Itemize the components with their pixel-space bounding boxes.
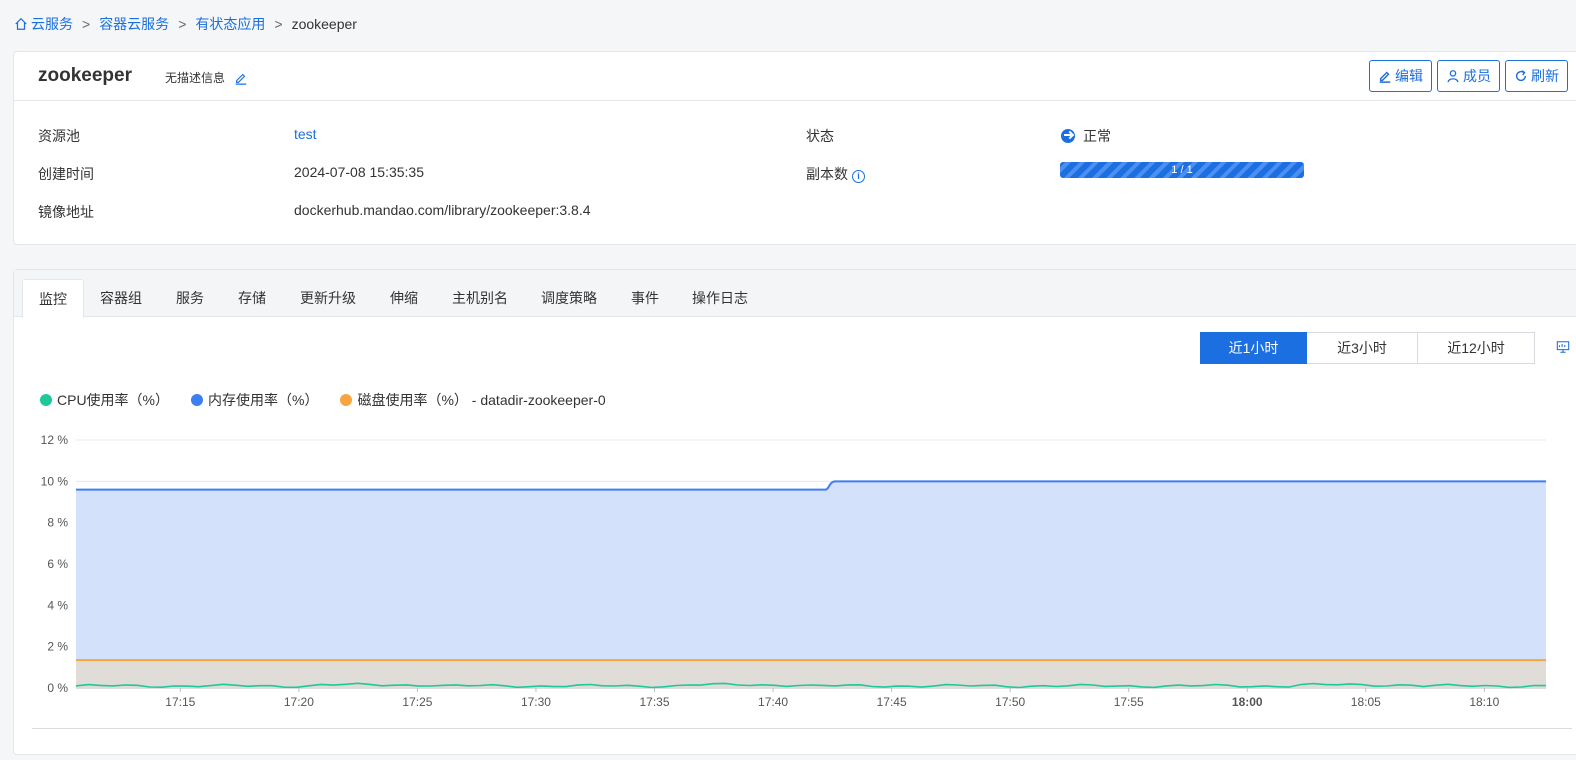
edit-description-icon[interactable] (234, 71, 248, 85)
replicas-value: 1 / 1 (1171, 164, 1193, 176)
x-tick-label: 17:55 (1114, 695, 1144, 709)
user-icon (1447, 70, 1459, 83)
replicas-progress-bar: 1 / 1 (1060, 162, 1304, 178)
info-icon[interactable]: i (852, 170, 865, 183)
replicas-label-wrap: 副本数 i (806, 164, 865, 184)
breadcrumb-separator: > (274, 16, 283, 32)
usage-chart: 12 % 10 % 8 % 6 % 4 % 2 % 0 % 17:15 17:20 17:25 17… (41, 433, 1547, 709)
memory-area (76, 481, 1546, 688)
x-tick-label: 17:25 (402, 695, 432, 709)
status-value-wrap: 正常 (1061, 126, 1111, 146)
page-title: zookeeper (38, 65, 132, 86)
x-tick-label: 17:45 (877, 695, 907, 709)
legend-item-cpu[interactable]: CPU使用率（%） (40, 390, 169, 410)
tab-upgrade[interactable]: 更新升级 (284, 279, 372, 317)
refresh-button[interactable]: 刷新 (1505, 60, 1568, 92)
breadcrumb-container-cloud[interactable]: 容器云服务 (99, 14, 169, 34)
replicas-label: 副本数 (806, 166, 848, 182)
range-3h-button[interactable]: 近3小时 (1307, 332, 1418, 364)
y-tick-label: 10 % (41, 474, 69, 488)
header-actions: 编辑 成员 刷新 (1369, 60, 1568, 92)
created-value: 2024-07-08 15:35:35 (294, 164, 424, 180)
tab-host-aliases[interactable]: 主机别名 (436, 279, 524, 317)
x-tick-label: 17:40 (758, 695, 788, 709)
description: 无描述信息 (165, 69, 248, 86)
detail-card: zookeeper 无描述信息 编辑 成员 刷新 资源池 test 创建时间 2… (13, 51, 1576, 245)
created-label: 创建时间 (38, 166, 94, 182)
legend-dot-memory (191, 394, 204, 406)
range-1h-button[interactable]: 近1小时 (1200, 332, 1307, 364)
status-arrow-icon (1061, 129, 1075, 143)
tab-storage[interactable]: 存储 (222, 279, 282, 317)
status-value: 正常 (1083, 128, 1111, 144)
legend-label-disk: 磁盘使用率（%） - datadir-zookeeper-0 (357, 392, 606, 408)
edit-button-label: 编辑 (1395, 68, 1423, 84)
legend-item-disk[interactable]: 磁盘使用率（%） - datadir-zookeeper-0 (340, 390, 606, 410)
chart-settings-icon[interactable] (1556, 340, 1570, 354)
members-button[interactable]: 成员 (1437, 60, 1500, 92)
tab-scaling[interactable]: 伸缩 (374, 279, 434, 317)
refresh-button-label: 刷新 (1531, 68, 1559, 84)
tab-scheduling[interactable]: 调度策略 (525, 279, 613, 317)
x-tick-label: 18:10 (1469, 695, 1499, 709)
legend-dot-disk (340, 394, 353, 406)
card-header: zookeeper 无描述信息 编辑 成员 刷新 (14, 52, 1576, 101)
pool-value[interactable]: test (294, 126, 317, 142)
y-tick-label: 4 % (47, 598, 68, 612)
status-label: 状态 (806, 128, 834, 144)
breadcrumb-cloud-service[interactable]: 云服务 (31, 14, 73, 34)
tab-monitor[interactable]: 监控 (22, 279, 84, 318)
time-range-selector: 近1小时 近3小时 近12小时 (1200, 332, 1535, 364)
breadcrumb-separator: > (82, 16, 91, 32)
chart-divider (32, 728, 1572, 729)
monitor-panel: 监控 容器组 服务 存储 更新升级 伸缩 主机别名 调度策略 事件 操作日志 近… (13, 269, 1576, 755)
y-tick-label: 8 % (47, 516, 68, 530)
x-tick-label: 17:50 (995, 695, 1025, 709)
breadcrumb: 云服务 > 容器云服务 > 有状态应用 > zookeeper (14, 14, 357, 34)
legend-item-memory[interactable]: 内存使用率（%） (191, 390, 318, 410)
x-tick-label: 18:00 (1232, 695, 1263, 709)
range-12h-button[interactable]: 近12小时 (1418, 332, 1535, 364)
y-tick-label: 0 % (47, 681, 68, 695)
breadcrumb-separator: > (178, 16, 187, 32)
tab-services[interactable]: 服务 (160, 279, 220, 317)
breadcrumb-stateful-apps[interactable]: 有状态应用 (195, 14, 265, 34)
home-icon[interactable] (14, 17, 28, 31)
tab-operation-log[interactable]: 操作日志 (676, 279, 764, 317)
y-tick-label: 6 % (47, 557, 68, 571)
tab-bar: 监控 容器组 服务 存储 更新升级 伸缩 主机别名 调度策略 事件 操作日志 (14, 270, 1576, 318)
x-tick-label: 17:30 (521, 695, 551, 709)
tab-events[interactable]: 事件 (615, 279, 675, 317)
legend-label-cpu: CPU使用率（%） (57, 392, 170, 408)
chart-legend: CPU使用率（%） 内存使用率（%） 磁盘使用率（%） - datadir-zo… (40, 390, 606, 410)
y-tick-label: 12 % (41, 433, 69, 447)
legend-label-memory: 内存使用率（%） (208, 392, 319, 408)
tab-pods[interactable]: 容器组 (84, 279, 158, 317)
pool-label: 资源池 (38, 128, 80, 144)
pencil-icon (1379, 71, 1391, 83)
x-tick-label: 17:35 (640, 695, 670, 709)
edit-button[interactable]: 编辑 (1369, 60, 1432, 92)
x-tick-label: 17:20 (284, 695, 314, 709)
refresh-icon (1515, 70, 1527, 82)
breadcrumb-current: zookeeper (291, 16, 357, 32)
image-value: dockerhub.mandao.com/library/zookeeper:3… (294, 202, 591, 218)
description-text: 无描述信息 (165, 71, 226, 85)
x-tick-label: 17:15 (165, 695, 195, 709)
y-tick-label: 2 % (47, 640, 68, 654)
members-button-label: 成员 (1463, 68, 1491, 84)
legend-dot-cpu (40, 394, 52, 406)
image-label: 镜像地址 (38, 204, 94, 220)
x-tick-label: 18:05 (1351, 695, 1381, 709)
